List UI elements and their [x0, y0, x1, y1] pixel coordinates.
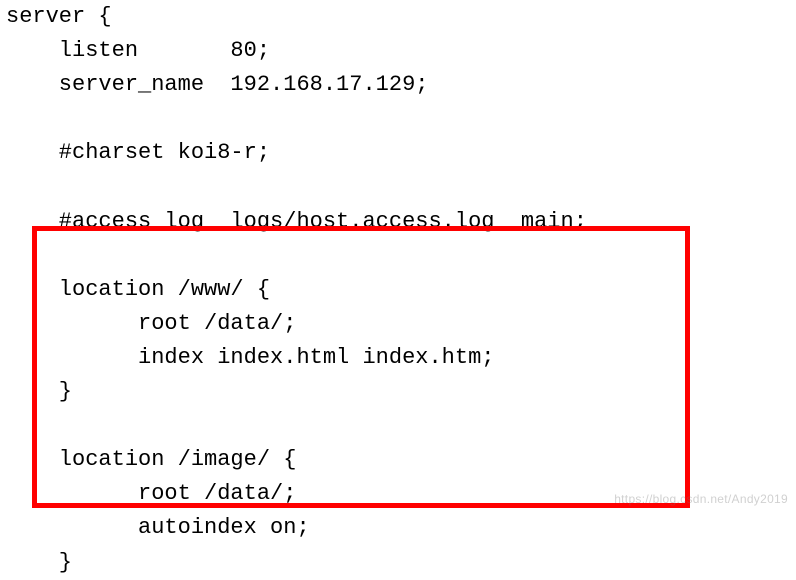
code-line: location /image/ {: [6, 447, 296, 472]
code-line: server_name 192.168.17.129;: [6, 72, 428, 97]
code-line: #access_log logs/host.access.log main;: [6, 209, 587, 234]
code-line: #charset koi8-r;: [6, 140, 270, 165]
code-line: listen 80;: [6, 38, 270, 63]
code-line: }: [6, 550, 72, 575]
code-line: root /data/;: [6, 311, 296, 336]
code-line: location /www/ {: [6, 277, 270, 302]
code-line: }: [6, 379, 72, 404]
watermark-text: https://blog.csdn.net/Andy2019: [614, 490, 788, 509]
code-line: index index.html index.htm;: [6, 345, 494, 370]
code-line: root /data/;: [6, 481, 296, 506]
code-line: autoindex on;: [6, 515, 310, 540]
code-line: server {: [6, 4, 112, 29]
